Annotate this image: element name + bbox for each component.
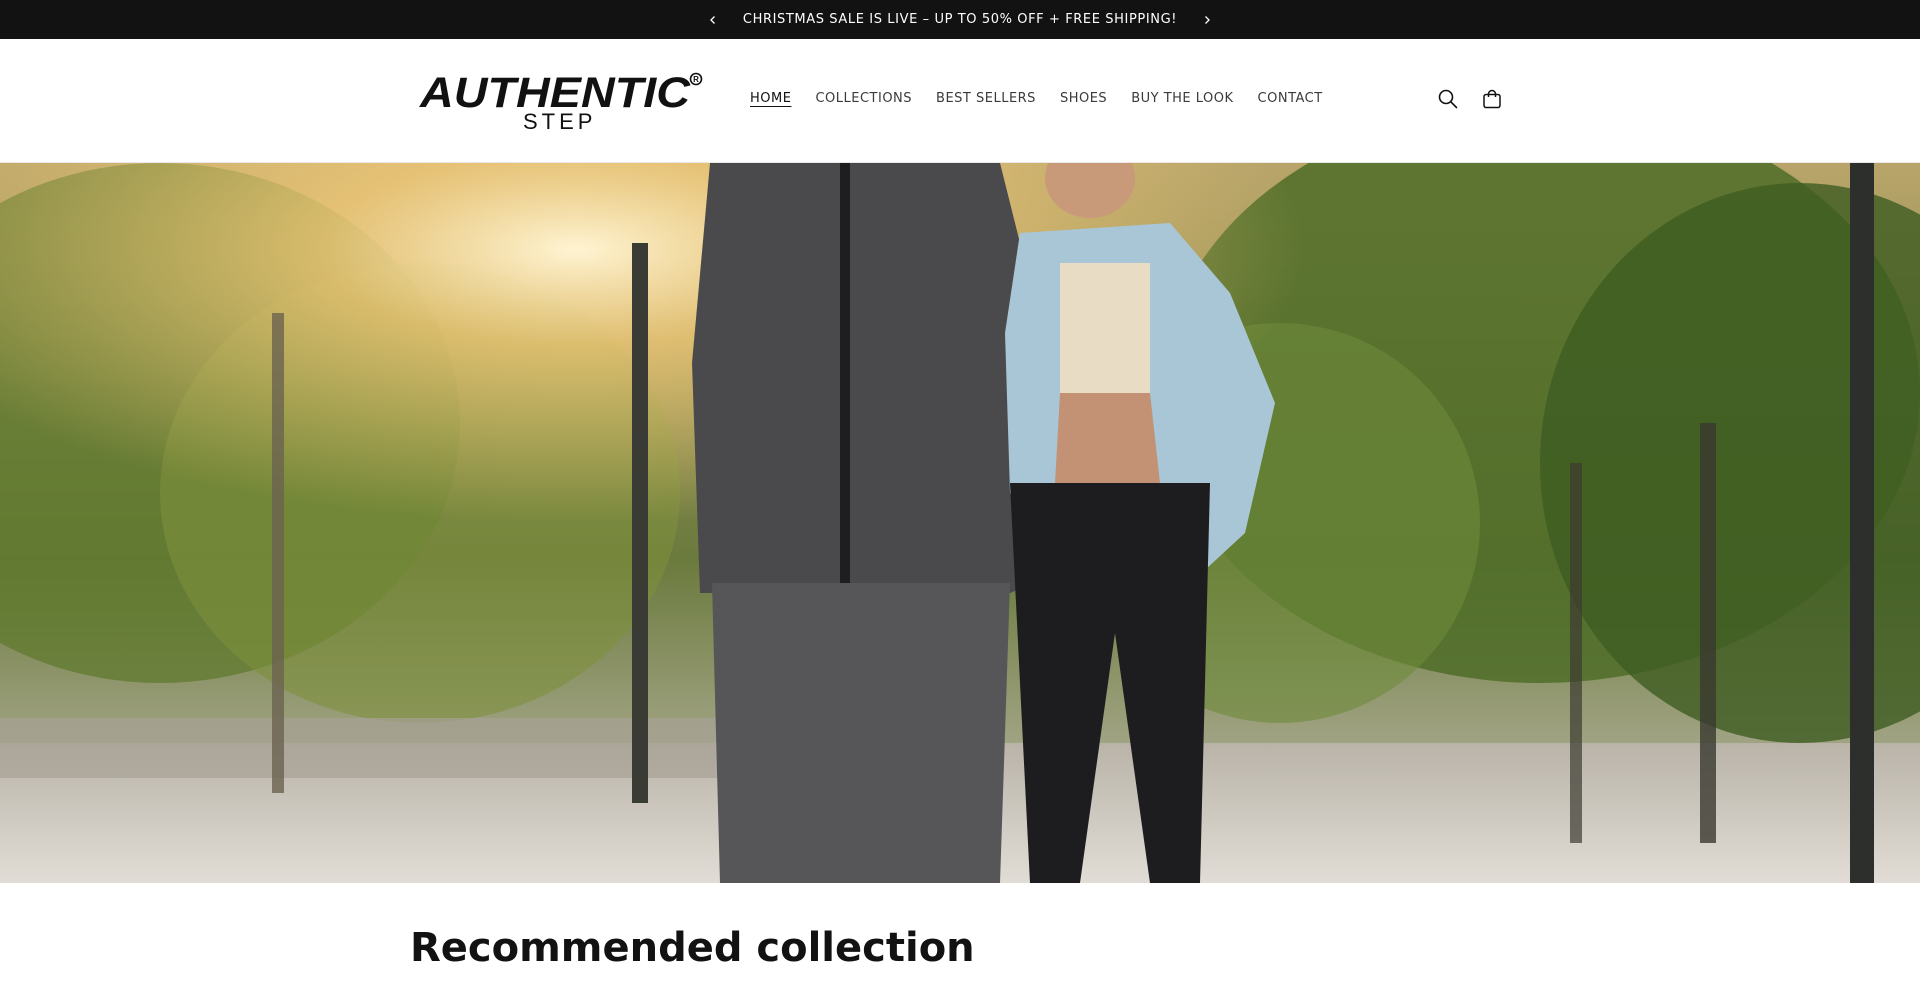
chevron-right-icon [1205, 15, 1210, 24]
search-icon [1438, 89, 1458, 109]
announcement-text: CHRISTMAS SALE IS LIVE – UP TO 50% OFF +… [742, 12, 1178, 27]
brand-logo-image: AUTHENTIC R STEP [419, 69, 703, 134]
brand-logo[interactable]: AUTHENTIC R STEP [418, 69, 708, 134]
nav-item-best-sellers[interactable]: BEST SELLERS [924, 87, 1048, 110]
recommended-collection-title: Recommended collection [410, 925, 975, 971]
couple-walking-hero-image [0, 163, 1920, 883]
announcement-prev-button[interactable] [701, 8, 725, 32]
announcement-next-button[interactable] [1195, 8, 1219, 32]
announcement-bar: CHRISTMAS SALE IS LIVE – UP TO 50% OFF +… [0, 0, 1920, 39]
nav-item-contact[interactable]: CONTACT [1246, 87, 1335, 110]
brand-name-sub: STEP [523, 109, 596, 131]
nav-item-buy-the-look[interactable]: BUY THE LOOK [1119, 87, 1245, 110]
svg-text:R: R [693, 75, 699, 84]
cart-button[interactable] [1476, 83, 1508, 115]
nav-item-home[interactable]: HOME [738, 87, 803, 110]
cart-icon [1483, 89, 1501, 109]
main-navigation: HOME COLLECTIONS BEST SELLERS SHOES BUY … [738, 87, 1335, 110]
nav-item-collections[interactable]: COLLECTIONS [803, 87, 924, 110]
chevron-left-icon [709, 15, 715, 24]
nav-item-shoes[interactable]: SHOES [1048, 87, 1119, 110]
hero-banner[interactable] [0, 163, 1920, 883]
site-header: AUTHENTIC R STEP HOME COLLECTIONS BEST S… [0, 39, 1920, 163]
search-button[interactable] [1432, 83, 1464, 115]
